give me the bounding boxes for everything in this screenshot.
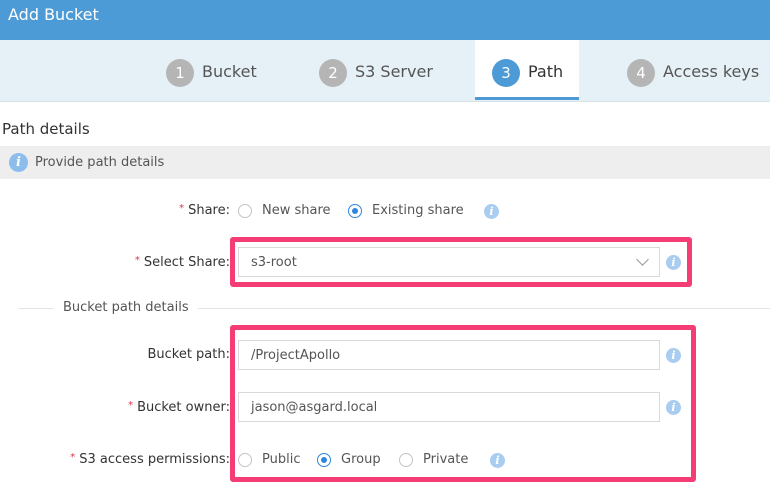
info-banner: i Provide path details	[0, 146, 770, 179]
bucket-owner-label: * Bucket owner:	[128, 400, 230, 415]
select-share-value: s3-root	[251, 255, 297, 270]
bucket-path-group-title: Bucket path details	[63, 300, 189, 315]
share-label-text: Share	[188, 203, 226, 218]
s3-permissions-label: * S3 access permissions:	[70, 452, 230, 467]
label-colon: :	[225, 347, 230, 362]
step-label: Access keys	[663, 62, 760, 81]
info-icon[interactable]: i	[666, 255, 681, 270]
step-label: Bucket	[202, 62, 257, 81]
share-label: * Share:	[179, 203, 230, 218]
divider-line-left	[18, 308, 54, 309]
s3-permissions-label-text: S3 access permissions	[79, 452, 226, 467]
step-number: 3	[492, 59, 520, 87]
label-colon: :	[225, 452, 230, 467]
bucket-owner-label-text: Bucket owner	[137, 400, 226, 415]
radio-label: New share	[262, 203, 331, 218]
title-bar: Add Bucket	[0, 0, 770, 40]
step-label: Path	[528, 62, 564, 81]
select-share-label: * Select Share:	[135, 255, 230, 270]
active-step-underline	[475, 97, 579, 100]
radio-button[interactable]	[238, 453, 252, 467]
section-title: Path details	[2, 120, 90, 138]
bucket-path-label-text: Bucket path	[147, 347, 226, 362]
step-number: 2	[319, 59, 347, 87]
info-banner-text: Provide path details	[35, 155, 165, 170]
bucket-path-input[interactable]: /ProjectApollo	[238, 340, 660, 370]
required-marker: *	[134, 255, 140, 266]
radio-label: Public	[262, 452, 301, 467]
info-icon[interactable]: i	[490, 453, 505, 468]
radio-label: Group	[341, 452, 381, 467]
info-icon[interactable]: i	[666, 400, 681, 415]
info-icon[interactable]: i	[484, 204, 499, 219]
bucket-owner-value: jason@asgard.local	[251, 400, 378, 415]
divider-line-right	[198, 308, 770, 309]
label-colon: :	[225, 400, 230, 415]
radio-label: Private	[423, 452, 469, 467]
bucket-owner-input[interactable]: jason@asgard.local	[238, 392, 660, 422]
bucket-path-label: Bucket path:	[147, 347, 230, 362]
chevron-down-icon	[636, 253, 649, 266]
radio-button[interactable]	[317, 453, 331, 467]
select-share-label-text: Select Share	[143, 255, 226, 270]
required-marker: *	[179, 203, 185, 214]
radio-button[interactable]	[348, 204, 362, 218]
required-marker: *	[128, 400, 134, 411]
label-colon: :	[225, 203, 230, 218]
radio-label: Existing share	[372, 203, 464, 218]
radio-button[interactable]	[238, 204, 252, 218]
step-label: S3 Server	[355, 62, 433, 81]
info-icon: i	[9, 153, 28, 172]
info-icon[interactable]: i	[666, 348, 681, 363]
step-number: 4	[627, 59, 655, 87]
select-share-dropdown[interactable]: s3-root	[238, 247, 660, 277]
radio-button[interactable]	[399, 453, 413, 467]
step-number: 1	[166, 59, 194, 87]
active-step-background	[475, 40, 579, 97]
label-colon: :	[225, 255, 230, 270]
window-title: Add Bucket	[8, 5, 99, 24]
required-marker: *	[70, 452, 76, 463]
bucket-path-value: /ProjectApollo	[251, 348, 341, 363]
